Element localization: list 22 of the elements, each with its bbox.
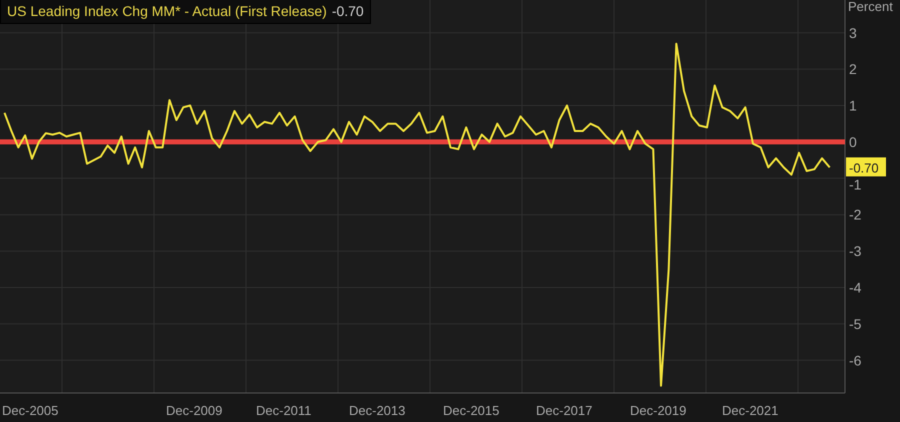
y-tick-label: -5 <box>849 316 862 332</box>
y-tick-label: -3 <box>849 243 862 260</box>
y-axis-label: Percent <box>848 0 893 14</box>
x-tick-label: Dec-2019 <box>630 403 686 418</box>
x-tick-label: Dec-2015 <box>443 403 500 418</box>
legend-value: -0.70 <box>332 3 364 19</box>
last-value-label: -0.70 <box>846 157 886 176</box>
x-tick-label: Dec-2013 <box>349 403 406 418</box>
legend-title: US Leading Index Chg MM* - Actual (First Release) <box>7 3 327 19</box>
y-tick-label: -2 <box>849 206 862 223</box>
x-tick-label: Dec-2011 <box>256 403 312 418</box>
y-tick-label: 1 <box>849 98 857 114</box>
y-tick-label: -6 <box>849 352 862 368</box>
y-tick-label: 3 <box>849 24 857 41</box>
x-tick-label: Dec-2005 <box>2 403 58 418</box>
y-tick-label: -1 <box>849 176 862 192</box>
x-tick-label: Dec-2017 <box>536 403 592 418</box>
y-tick-label: -4 <box>849 279 862 296</box>
x-tick-label: Dec-2009 <box>166 403 222 418</box>
y-tick-label: 2 <box>849 61 857 78</box>
x-tick-label: Dec-2021 <box>722 403 778 418</box>
y-tick-label: 0 <box>849 134 857 150</box>
